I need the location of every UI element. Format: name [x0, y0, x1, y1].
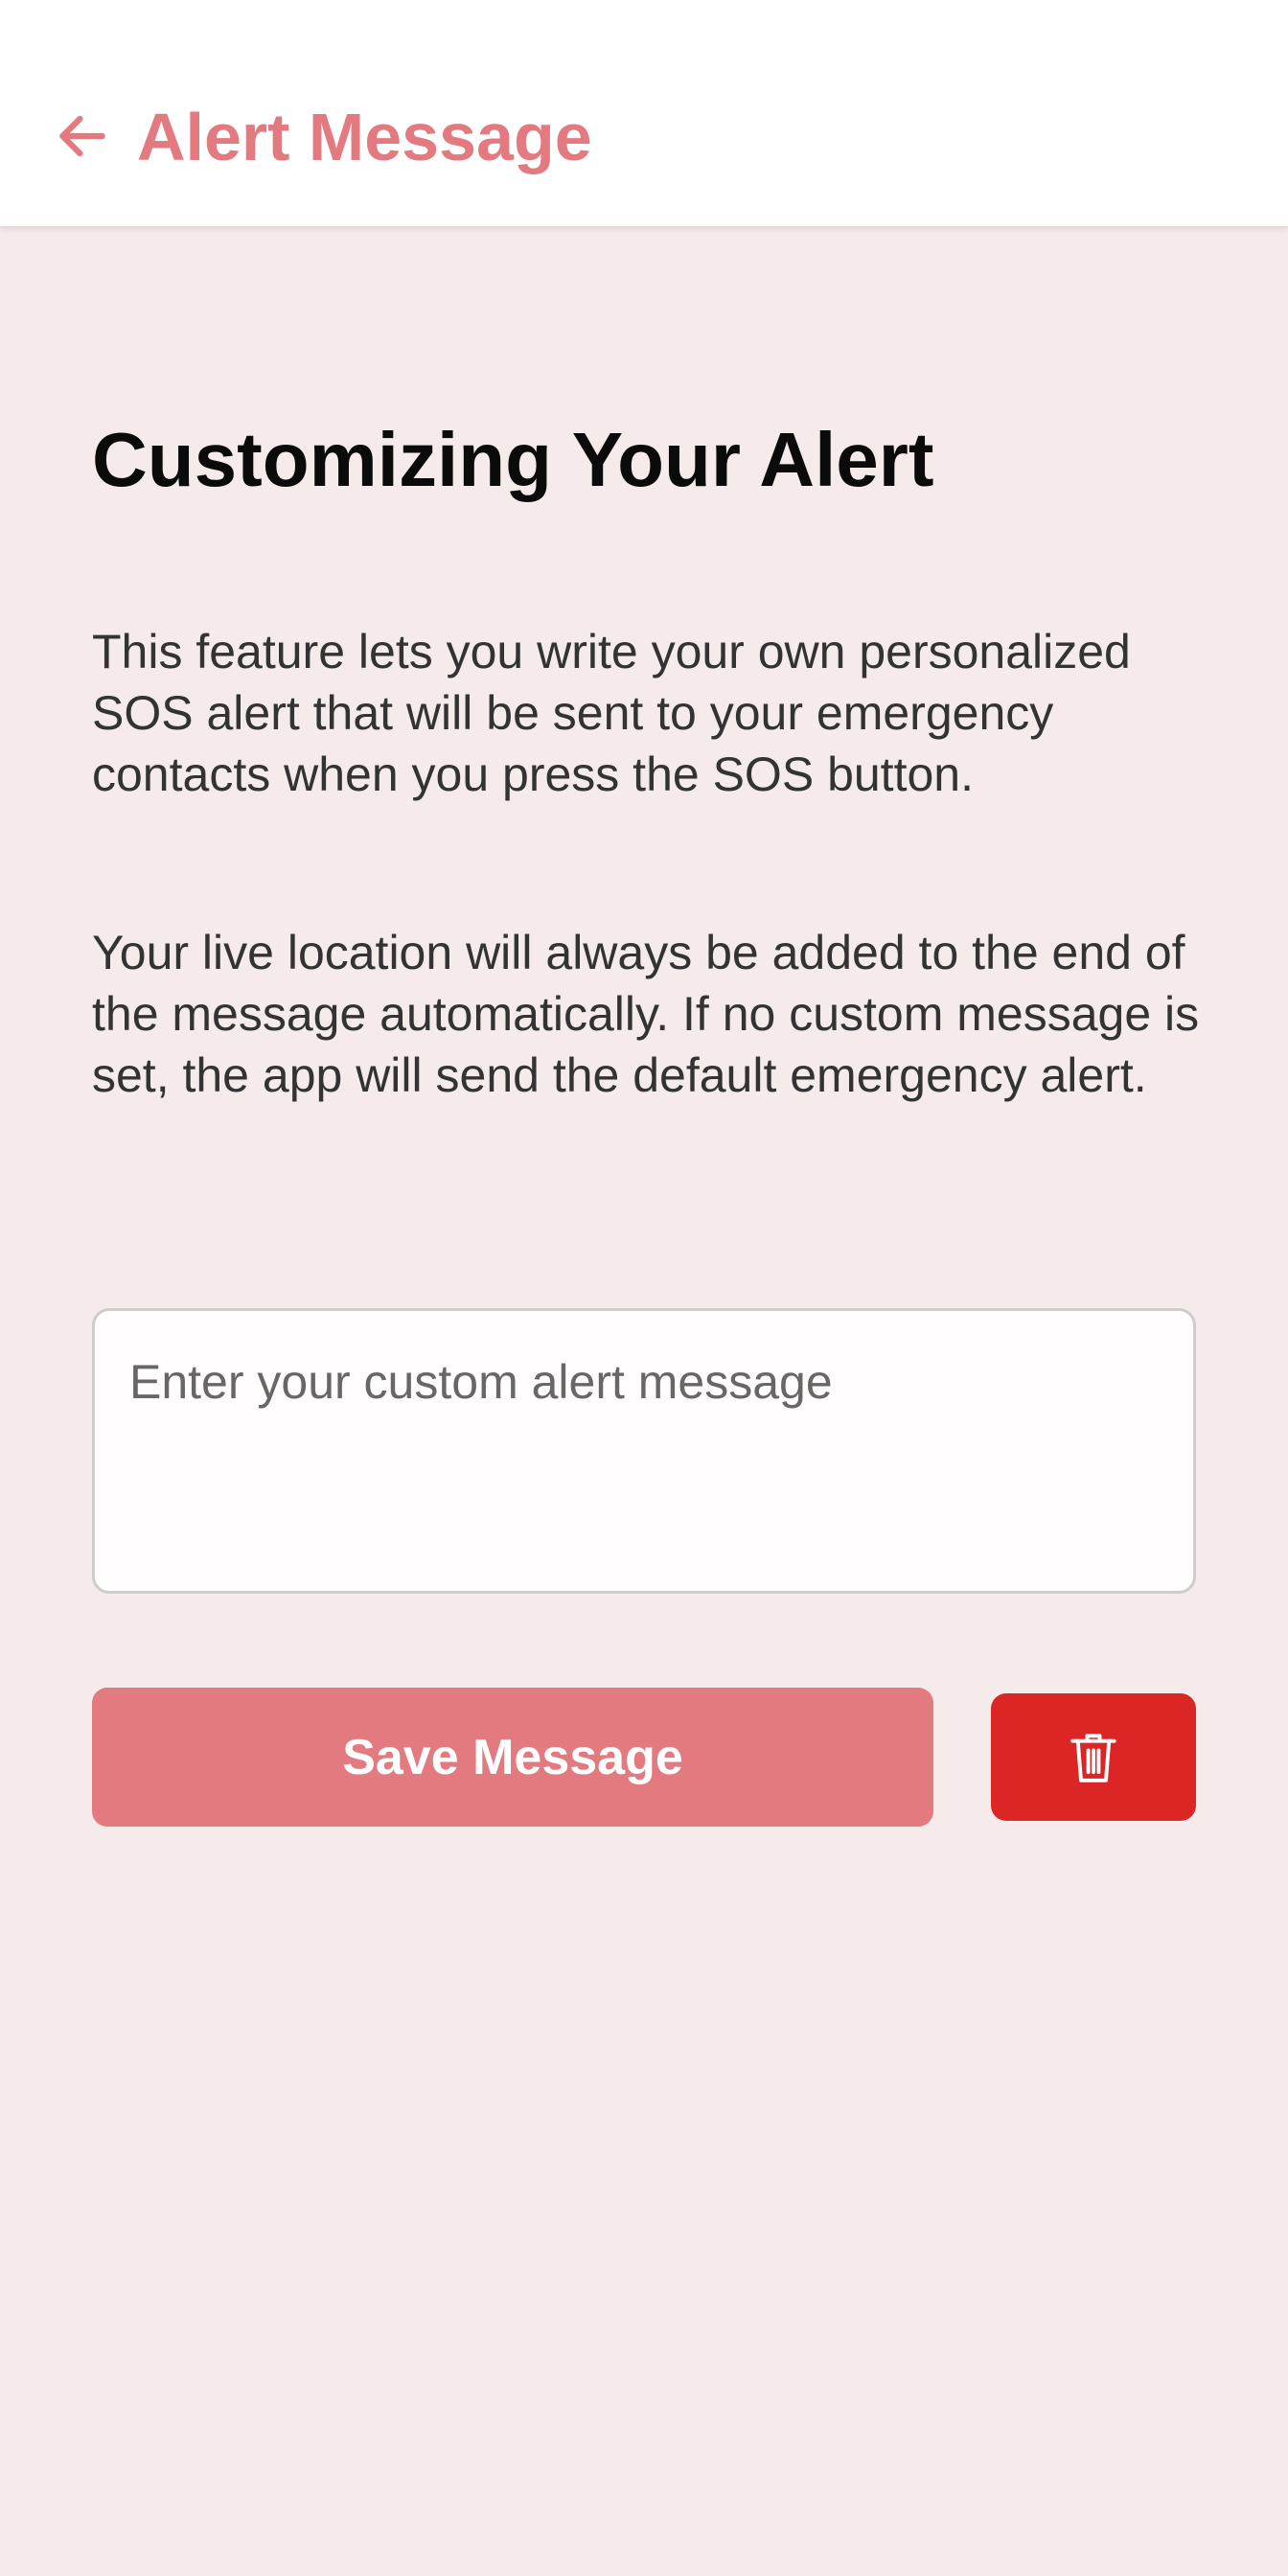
description-paragraph-2: Your live location will always be added … — [92, 926, 1200, 1102]
save-message-label: Save Message — [342, 1729, 683, 1785]
main-content: Customizing Your Alert This feature lets… — [92, 412, 1199, 1102]
page-title: Alert Message — [137, 100, 592, 174]
delete-message-button[interactable] — [991, 1693, 1196, 1821]
description-paragraph-1: This feature lets you write your own per… — [92, 625, 1131, 801]
arrow-left-icon — [59, 115, 105, 157]
section-heading: Customizing Your Alert — [92, 417, 934, 502]
back-button[interactable] — [46, 100, 119, 172]
app-bar: Alert Message — [0, 0, 1288, 226]
save-message-button[interactable]: Save Message — [92, 1688, 933, 1827]
custom-alert-message-input[interactable] — [95, 1311, 1193, 1591]
trash-icon — [1070, 1733, 1116, 1782]
message-input-container — [92, 1308, 1196, 1594]
